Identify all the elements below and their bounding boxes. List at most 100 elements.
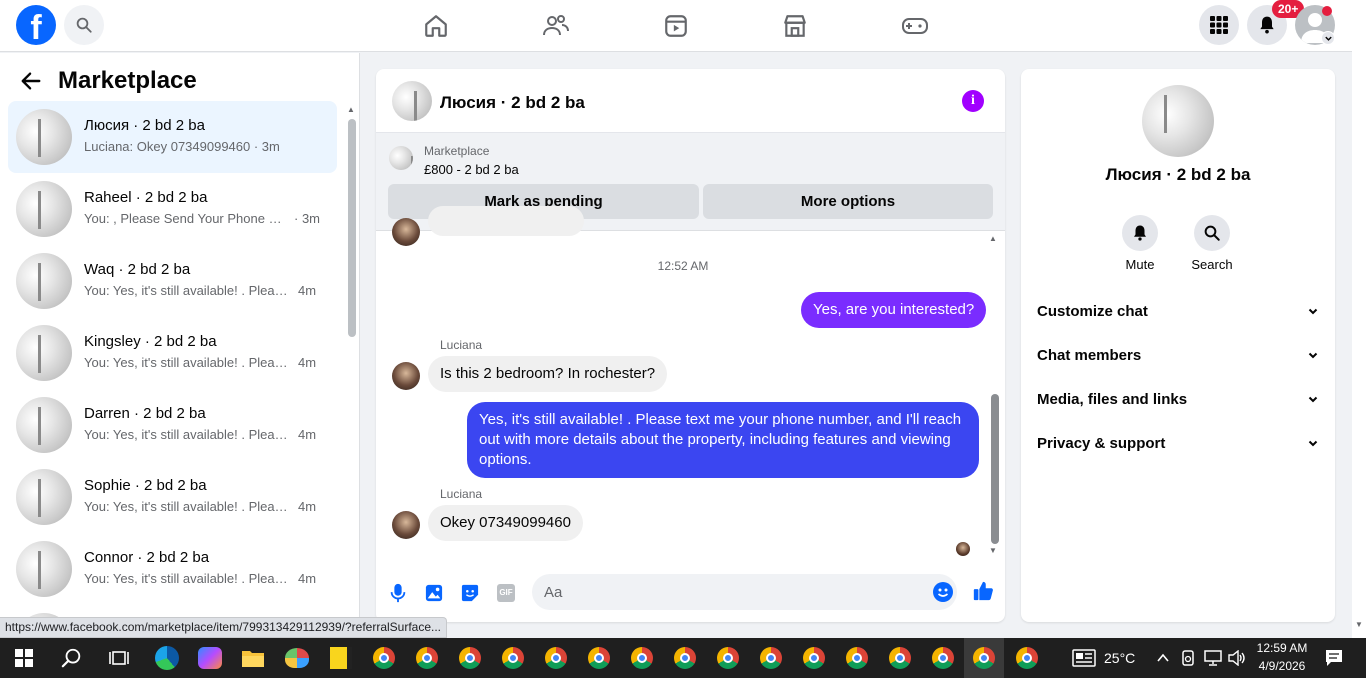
task-view-button[interactable] <box>105 644 133 672</box>
sender-avatar[interactable] <box>392 362 420 390</box>
conversation-item[interactable]: Raheel · 2 bd 2 ba You: , Please Send Yo… <box>8 173 337 245</box>
nav-gaming[interactable] <box>901 12 929 40</box>
scroll-up-arrow[interactable]: ▲ <box>989 234 997 243</box>
page-scrollbar[interactable]: ▼ <box>1352 0 1366 638</box>
tray-device[interactable] <box>1178 644 1198 672</box>
weather-widget[interactable] <box>1070 644 1098 672</box>
notification-center[interactable] <box>1320 644 1348 672</box>
chrome-window[interactable] <box>843 644 871 672</box>
sidebar-scrollbar[interactable] <box>348 119 356 337</box>
chrome-window[interactable] <box>370 644 398 672</box>
network-icon <box>1204 650 1222 666</box>
temperature[interactable]: 25°C <box>1104 650 1135 666</box>
taskbar-search[interactable] <box>58 644 86 672</box>
listing-thumbnail <box>16 181 72 237</box>
listing-price[interactable]: £800 - 2 bd 2 ba <box>424 162 519 177</box>
scroll-down-arrow[interactable]: ▼ <box>1355 620 1363 629</box>
incoming-message[interactable]: Is this 2 bedroom? In rochester? <box>428 356 668 392</box>
conversation-item[interactable]: Connor · 2 bd 2 ba You: Yes, it's still … <box>8 533 337 605</box>
chrome-window[interactable] <box>413 644 441 672</box>
listing-thumbnail[interactable] <box>389 146 413 170</box>
message-list: 12:52 AM Yes, are you interested? Lucian… <box>376 206 1005 562</box>
account-menu-button[interactable] <box>1321 31 1335 45</box>
menu-button[interactable] <box>1199 5 1239 45</box>
copilot-app[interactable] <box>196 644 224 672</box>
search-icon <box>76 17 92 33</box>
start-button[interactable] <box>10 644 38 672</box>
chat-avatar-large[interactable] <box>1142 85 1214 157</box>
clock-time[interactable]: 12:59 AM <box>1255 641 1309 655</box>
outgoing-message[interactable]: Yes, it's still available! . Please text… <box>467 402 979 478</box>
chrome-window-active[interactable] <box>970 644 998 672</box>
conversation-item[interactable]: Kingsley · 2 bd 2 ba You: Yes, it's stil… <box>8 317 337 389</box>
chrome-window[interactable] <box>1013 644 1041 672</box>
nav-video[interactable] <box>662 12 690 40</box>
mute-button[interactable]: Mute <box>1110 215 1170 272</box>
message-input[interactable] <box>532 574 957 610</box>
customize-chat-section[interactable]: Customize chat <box>1037 293 1319 329</box>
network-status[interactable] <box>1201 644 1225 672</box>
chevron-down-icon <box>1308 440 1318 447</box>
chat-members-section[interactable]: Chat members <box>1037 337 1319 373</box>
conversation-time: 4m <box>298 283 317 298</box>
chrome-window[interactable] <box>628 644 656 672</box>
chrome-window[interactable] <box>456 644 484 672</box>
edge-app[interactable] <box>153 644 181 672</box>
section-label: Customize chat <box>1037 302 1148 320</box>
conversation-item[interactable]: Darren · 2 bd 2 ba You: Yes, it's still … <box>8 389 337 461</box>
sticker-icon <box>461 584 479 602</box>
chevron-down-icon <box>1308 396 1318 403</box>
chrome-window[interactable] <box>886 644 914 672</box>
chrome-window[interactable] <box>585 644 613 672</box>
scroll-up-arrow[interactable]: ▲ <box>347 105 355 114</box>
sender-avatar[interactable] <box>392 511 420 539</box>
chat-scrollbar[interactable] <box>991 394 999 544</box>
search-button[interactable] <box>64 5 104 45</box>
chrome-icon <box>459 647 481 669</box>
chrome-window[interactable] <box>929 644 957 672</box>
media-files-links-section[interactable]: Media, files and links <box>1037 381 1319 417</box>
volume-control[interactable] <box>1225 644 1249 672</box>
conversation-item[interactable]: Waq · 2 bd 2 ba You: Yes, it's still ava… <box>8 245 337 317</box>
search-in-chat-button[interactable]: Search <box>1182 215 1242 272</box>
chrome-window[interactable] <box>542 644 570 672</box>
show-hidden-icons[interactable] <box>1153 644 1173 672</box>
sticker-button[interactable] <box>459 582 481 604</box>
sticky-notes-app[interactable] <box>327 644 355 672</box>
gif-button[interactable]: GIF <box>495 582 517 604</box>
chrome-window[interactable] <box>499 644 527 672</box>
conversation-item[interactable]: Люсия · 2 bd 2 ba Luciana: Okey 07349099… <box>8 101 337 173</box>
chrome-window[interactable] <box>714 644 742 672</box>
file-explorer-app[interactable] <box>239 644 267 672</box>
scroll-down-arrow[interactable]: ▼ <box>989 546 997 555</box>
like-button[interactable] <box>972 580 994 602</box>
chevron-down-icon <box>1324 36 1332 41</box>
chrome-window[interactable] <box>671 644 699 672</box>
nav-home[interactable] <box>422 12 450 40</box>
paint-app[interactable] <box>283 644 311 672</box>
chevron-down-icon <box>1308 308 1318 315</box>
chrome-window[interactable] <box>800 644 828 672</box>
incoming-message[interactable]: Okey 07349099460 <box>428 505 583 541</box>
clock-date[interactable]: 4/9/2026 <box>1255 659 1309 673</box>
attach-photo-button[interactable] <box>423 582 445 604</box>
outgoing-message[interactable]: Yes, are you interested? <box>801 292 987 328</box>
video-icon <box>665 15 687 37</box>
privacy-support-section[interactable]: Privacy & support <box>1037 425 1319 461</box>
nav-marketplace[interactable] <box>781 12 809 40</box>
conversation-preview: You: Yes, it's still available! . Please… <box>84 571 289 586</box>
emoji-button[interactable] <box>933 582 953 602</box>
sticky-notes-icon <box>330 647 352 669</box>
more-options-button[interactable]: More options <box>703 184 993 219</box>
conversation-item[interactable]: Sophie · 2 bd 2 ba You: Yes, it's still … <box>8 461 337 533</box>
voice-clip-button[interactable] <box>387 582 409 604</box>
nav-friends[interactable] <box>542 12 570 40</box>
chat-title[interactable]: Люсия · 2 bd 2 ba <box>440 93 585 113</box>
top-navigation: f 20+ <box>0 0 1352 52</box>
back-arrow-icon[interactable] <box>20 70 42 92</box>
info-icon[interactable]: i <box>962 90 984 112</box>
facebook-logo[interactable]: f <box>16 5 56 45</box>
chat-avatar[interactable] <box>392 81 432 121</box>
speaker-icon <box>1228 650 1245 666</box>
chrome-window[interactable] <box>757 644 785 672</box>
